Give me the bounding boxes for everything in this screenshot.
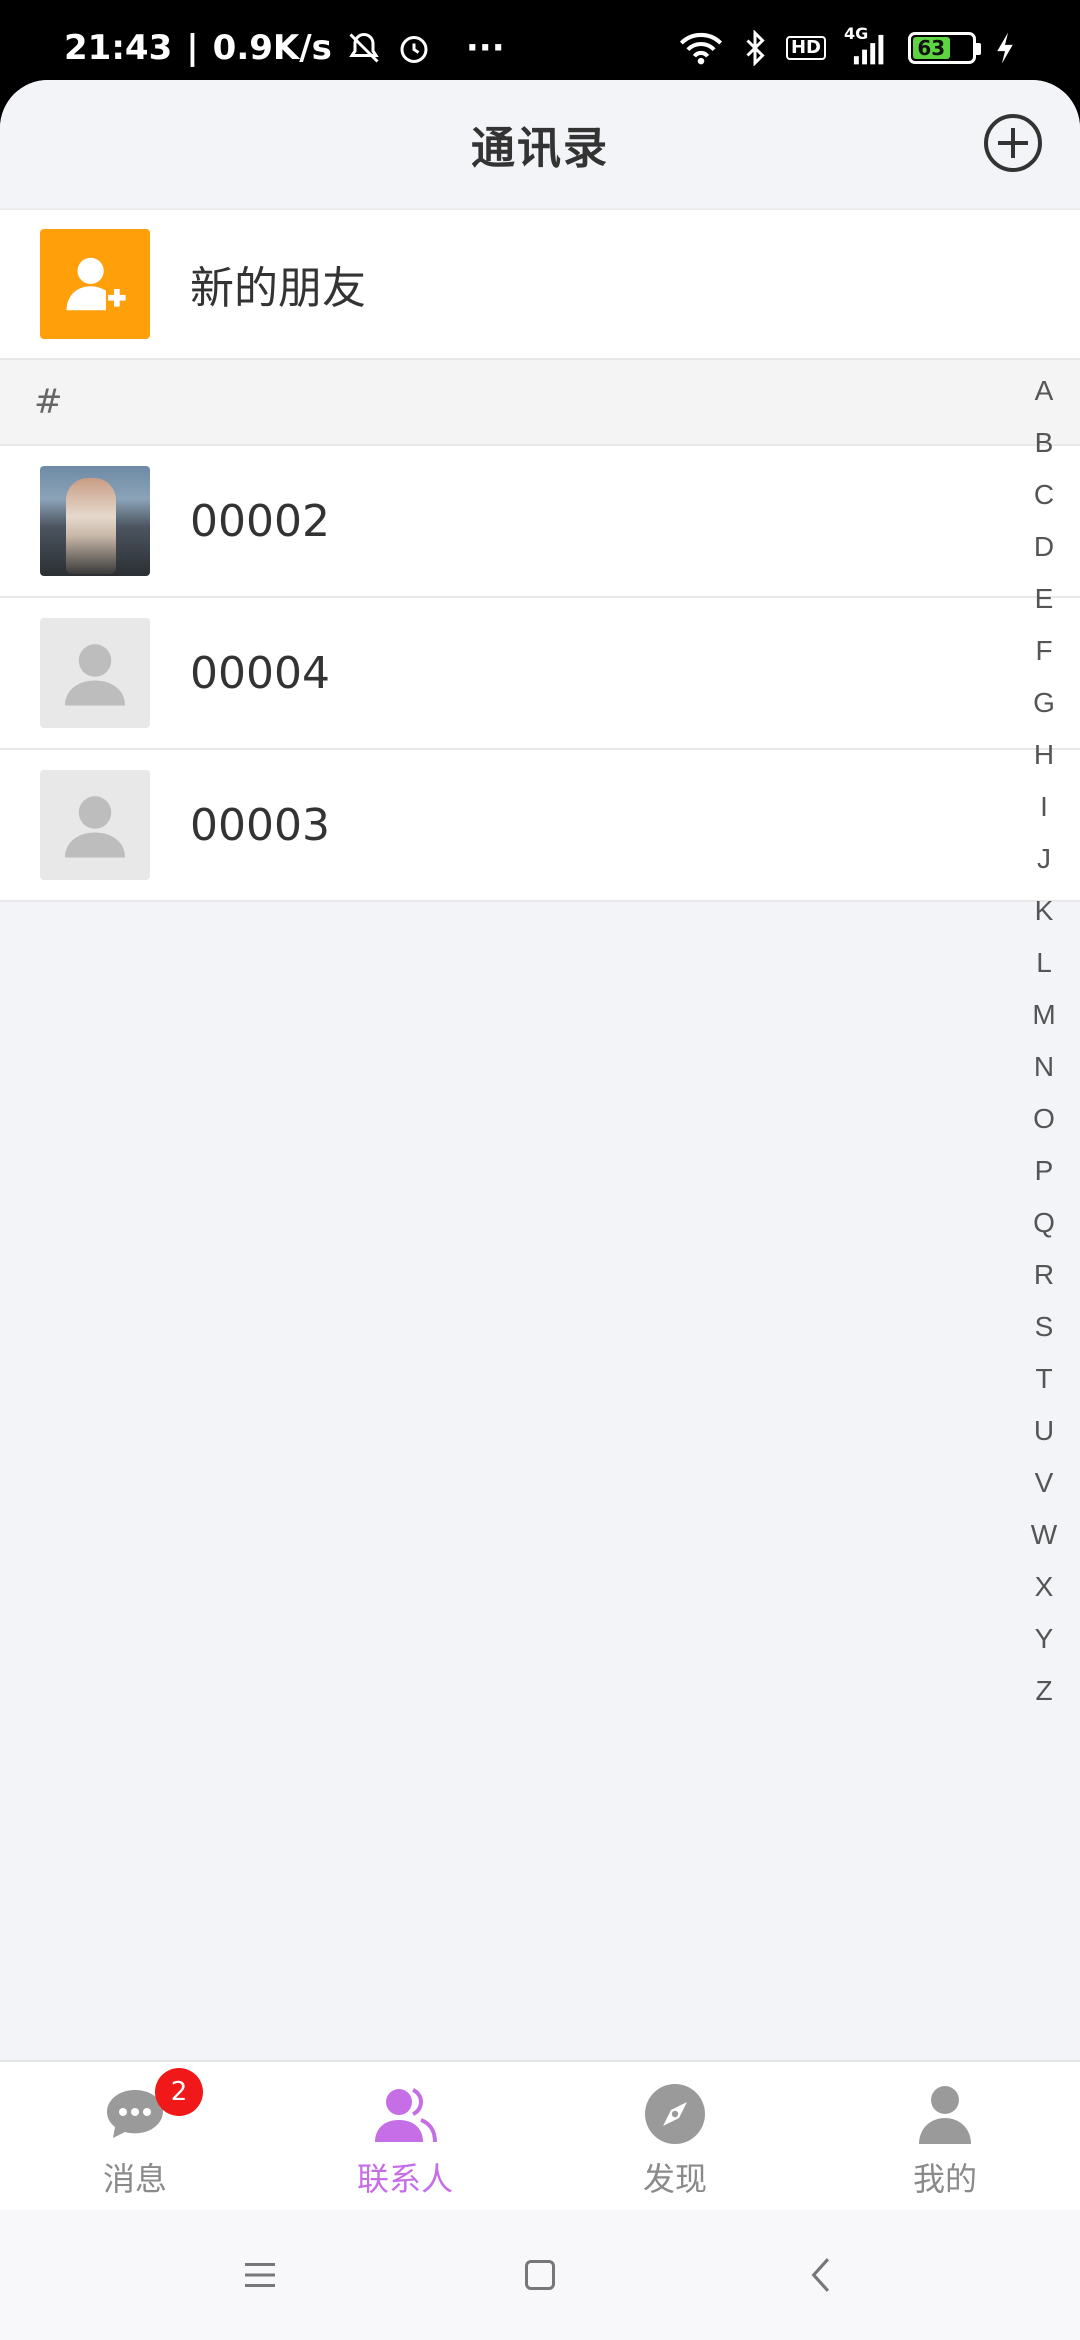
alphabet-letter-t[interactable]: T: [1035, 1353, 1052, 1405]
header: 通讯录: [0, 80, 1080, 208]
new-friend-row[interactable]: 新的朋友: [0, 208, 1080, 360]
default-person-icon: [40, 770, 150, 880]
wifi-icon: [678, 30, 724, 66]
section-header: #: [0, 360, 1080, 446]
alphabet-letter-p[interactable]: P: [1035, 1145, 1054, 1197]
contacts-icon: [373, 2082, 437, 2146]
tab-label: 我的: [912, 2160, 977, 2198]
alphabet-letter-c[interactable]: C: [1034, 469, 1054, 521]
alphabet-letter-k[interactable]: K: [1035, 885, 1054, 937]
alphabet-letter-e[interactable]: E: [1035, 573, 1054, 625]
contact-row[interactable]: 00003: [0, 750, 1080, 902]
contact-row[interactable]: 00004: [0, 598, 1080, 750]
alphabet-letter-w[interactable]: W: [1031, 1509, 1057, 1561]
alarm-icon: [396, 30, 432, 66]
add-button[interactable]: [984, 114, 1042, 172]
alphabet-letter-g[interactable]: G: [1033, 677, 1055, 729]
tab-bar: 2 消息 联系人 发现 我的: [0, 2060, 1080, 2210]
default-person-icon: [40, 618, 150, 728]
tab-label: 发现: [642, 2160, 707, 2198]
contacts-screen: 通讯录 新的朋友 # 00002 00004 00003 A B C D E F…: [0, 80, 1080, 2340]
status-speed: 0.9K/s: [212, 28, 332, 68]
tab-discover[interactable]: 发现: [540, 2062, 810, 2210]
alphabet-letter-j[interactable]: J: [1037, 833, 1051, 885]
alphabet-letter-n[interactable]: N: [1034, 1041, 1054, 1093]
status-right: HD 4G 63: [678, 24, 1016, 66]
bluetooth-icon: [742, 30, 768, 66]
home-icon[interactable]: [510, 2245, 570, 2305]
mute-bell-icon: [346, 30, 382, 66]
alphabet-letter-b[interactable]: B: [1035, 417, 1054, 469]
alphabet-letter-v[interactable]: V: [1035, 1457, 1054, 1509]
alphabet-letter-i[interactable]: I: [1040, 781, 1048, 833]
alphabet-letter-y[interactable]: Y: [1035, 1613, 1054, 1665]
battery-indicator: 63: [908, 32, 981, 64]
menu-icon[interactable]: [230, 2245, 290, 2305]
alphabet-letter-m[interactable]: M: [1032, 989, 1055, 1041]
contact-name: 00004: [190, 647, 330, 699]
section-label: #: [34, 382, 63, 422]
contact-photo-avatar: [40, 466, 150, 576]
alphabet-letter-l[interactable]: L: [1036, 937, 1052, 989]
system-nav-bar: [0, 2210, 1080, 2340]
tab-profile[interactable]: 我的: [810, 2062, 1080, 2210]
add-friend-icon: [40, 229, 150, 339]
battery-level: 63: [913, 36, 950, 60]
contact-name: 00003: [190, 799, 330, 851]
alphabet-letter-h[interactable]: H: [1034, 729, 1054, 781]
signal-icon: 4G: [844, 24, 890, 66]
alphabet-letter-o[interactable]: O: [1033, 1093, 1055, 1145]
contact-name: 00002: [190, 495, 330, 547]
page-title: 通讯录: [471, 123, 609, 174]
compass-icon: [643, 2082, 707, 2146]
tab-label: 联系人: [356, 2160, 453, 2198]
alphabet-letter-x[interactable]: X: [1035, 1561, 1054, 1613]
network-type: 4G: [844, 24, 869, 43]
unread-badge: 2: [155, 2068, 203, 2116]
alphabet-letter-q[interactable]: Q: [1033, 1197, 1055, 1249]
status-more: ···: [465, 28, 505, 68]
alphabet-letter-u[interactable]: U: [1034, 1405, 1054, 1457]
status-left: 21:43 | 0.9K/s ···: [64, 28, 505, 68]
alphabet-letter-f[interactable]: F: [1035, 625, 1052, 677]
alphabet-letter-s[interactable]: S: [1035, 1301, 1054, 1353]
chat-icon: 2: [103, 2068, 203, 2146]
person-icon: [913, 2082, 977, 2146]
tab-messages[interactable]: 2 消息: [0, 2062, 270, 2210]
new-friend-label: 新的朋友: [190, 263, 366, 314]
status-divider: |: [186, 28, 199, 68]
alphabet-letter-z[interactable]: Z: [1035, 1665, 1052, 1717]
charging-icon: [994, 31, 1016, 65]
back-icon[interactable]: [790, 2245, 850, 2305]
hd-badge: HD: [785, 36, 826, 60]
alphabet-letter-r[interactable]: R: [1034, 1249, 1054, 1301]
alphabet-letter-a[interactable]: A: [1035, 365, 1054, 417]
contact-row[interactable]: 00002: [0, 446, 1080, 598]
alphabet-index[interactable]: ABCDEFGHIJKLMNOPQRSTUVWXYZ: [1026, 365, 1062, 1717]
alphabet-letter-d[interactable]: D: [1034, 521, 1054, 573]
status-time: 21:43: [64, 28, 173, 68]
tab-label: 消息: [102, 2160, 167, 2198]
tab-contacts[interactable]: 联系人: [270, 2062, 540, 2210]
